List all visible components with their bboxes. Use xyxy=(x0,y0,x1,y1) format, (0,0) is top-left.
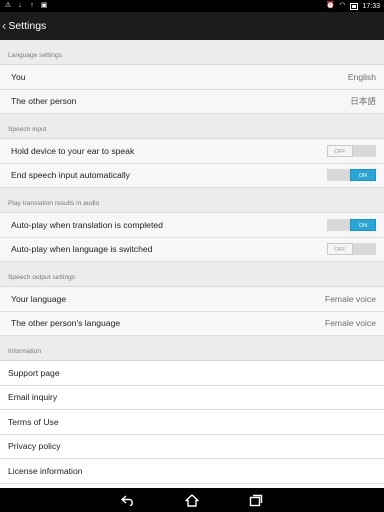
hold-to-ear-toggle[interactable]: OFF xyxy=(327,144,376,157)
recent-apps-icon xyxy=(249,494,263,506)
section-header-speech-output: Speech output settings xyxy=(0,262,384,287)
toggle-state: OFF xyxy=(327,144,353,157)
section-header-play-audio: Play translation results in audio xyxy=(0,188,384,213)
info-label: Email inquiry xyxy=(8,392,58,403)
toggle-state: ON xyxy=(350,218,376,231)
setting-other-language-voice[interactable]: The other person's language Female voice xyxy=(0,311,384,336)
toggle-state: ON xyxy=(350,169,376,182)
setting-your-language-voice[interactable]: Your language Female voice xyxy=(0,287,384,312)
setting-end-speech-auto[interactable]: End speech input automatically ON xyxy=(0,163,384,188)
home-icon xyxy=(185,493,199,507)
autoplay-language-switch-toggle[interactable]: OFF xyxy=(327,243,376,256)
setting-label: Hold device to your ear to speak xyxy=(11,145,135,156)
info-label: Privacy policy xyxy=(8,441,61,452)
status-time: 17:33 xyxy=(362,2,380,10)
chevron-left-icon: ‹ xyxy=(2,18,7,33)
autoplay-translation-toggle[interactable]: ON xyxy=(327,218,376,231)
setting-label: The other person's language xyxy=(11,318,121,329)
recent-apps-nav-button[interactable] xyxy=(247,491,265,509)
navigation-bar xyxy=(0,488,384,512)
info-label: License information xyxy=(8,465,83,476)
setting-value: Female voice xyxy=(324,293,376,304)
info-support-page[interactable]: Support page xyxy=(0,361,384,386)
wifi-icon: ◠ xyxy=(339,2,346,9)
status-bar: ⚠ ↓ ↑ ▣ ⏰ ◠ 17:33 xyxy=(0,0,384,12)
upload-icon: ↑ xyxy=(30,2,34,9)
setting-hold-to-ear[interactable]: Hold device to your ear to speak OFF xyxy=(0,139,384,164)
setting-label: You xyxy=(11,71,26,82)
info-license-information[interactable]: License information xyxy=(0,459,384,484)
setting-label: The other person xyxy=(11,96,77,107)
setting-other-person-language[interactable]: The other person 日本語 xyxy=(0,89,384,114)
action-bar: ‹ Settings xyxy=(0,12,384,40)
toggle-state: OFF xyxy=(327,243,353,256)
setting-value: English xyxy=(347,71,376,82)
battery-icon xyxy=(350,2,359,10)
end-speech-auto-toggle[interactable]: ON xyxy=(327,169,376,182)
home-nav-button[interactable] xyxy=(183,491,201,509)
status-right-icons: ⏰ ◠ 17:33 xyxy=(326,2,380,10)
info-label: Terms of Use xyxy=(8,416,59,427)
setting-you-language[interactable]: You English xyxy=(0,65,384,90)
section-header-speech-input: Speech input xyxy=(0,114,384,139)
setting-label: Auto-play when language is switched xyxy=(11,244,153,255)
setting-autoplay-translation[interactable]: Auto-play when translation is completed … xyxy=(0,213,384,238)
settings-list[interactable]: Language settings You English The other … xyxy=(0,40,384,488)
download-icon: ↓ xyxy=(18,2,22,9)
info-terms-of-use[interactable]: Terms of Use xyxy=(0,410,384,435)
setting-value: Female voice xyxy=(324,318,376,329)
section-header-language: Language settings xyxy=(0,40,384,65)
info-privacy-policy[interactable]: Privacy policy xyxy=(0,434,384,459)
setting-value: 日本語 xyxy=(350,96,376,107)
setting-autoplay-language-switch[interactable]: Auto-play when language is switched OFF xyxy=(0,237,384,262)
setting-label: Your language xyxy=(11,293,67,304)
setting-label: End speech input automatically xyxy=(11,170,130,181)
section-header-information: Information xyxy=(0,336,384,361)
back-button[interactable]: ‹ Settings xyxy=(0,12,54,40)
info-email-inquiry[interactable]: Email inquiry xyxy=(0,385,384,410)
page-title: Settings xyxy=(8,20,47,32)
image-icon: ▣ xyxy=(40,2,48,9)
warning-icon: ⚠ xyxy=(4,2,12,9)
alarm-icon: ⏰ xyxy=(326,2,335,9)
back-arrow-icon xyxy=(121,495,133,506)
info-label: Support page xyxy=(8,367,60,378)
back-nav-button[interactable] xyxy=(119,491,137,509)
status-left-icons: ⚠ ↓ ↑ ▣ xyxy=(4,2,48,10)
setting-label: Auto-play when translation is completed xyxy=(11,219,163,230)
